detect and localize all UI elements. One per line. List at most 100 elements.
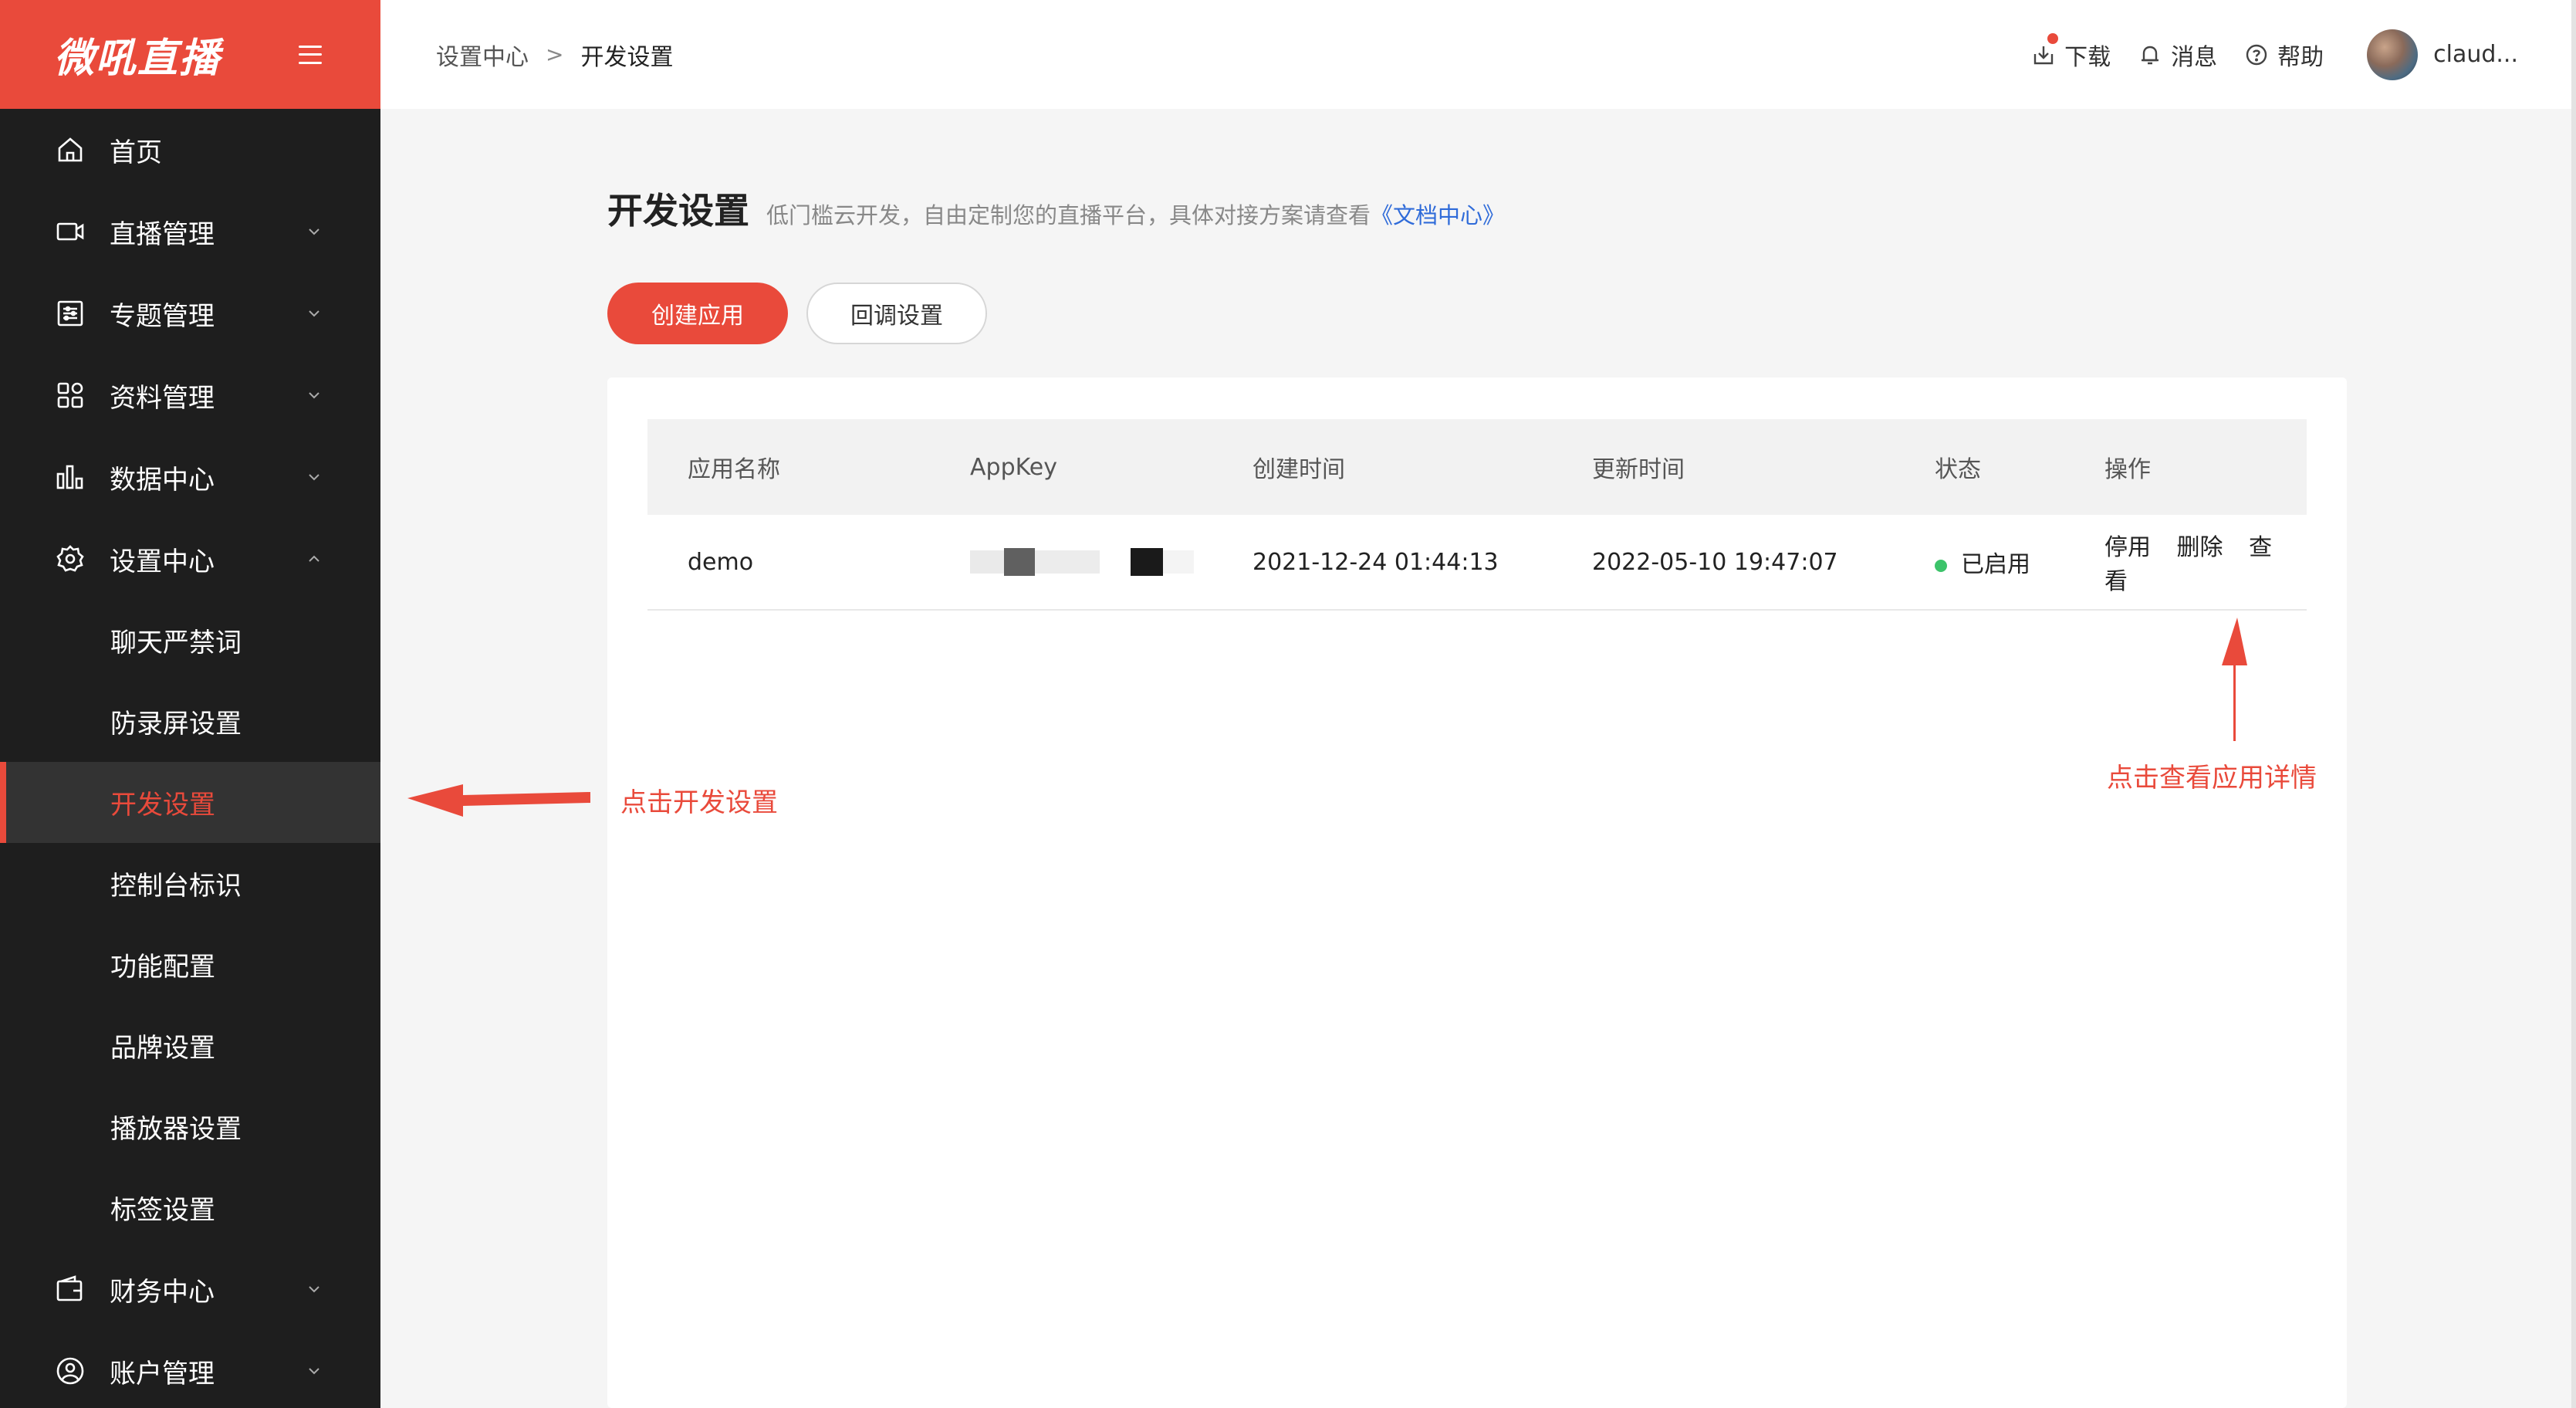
column-header: 操作: [2104, 456, 2151, 483]
doc-center-link[interactable]: 《文档中心》: [1371, 198, 1505, 230]
header-actions: 下载 消息 帮助 claud...: [2004, 29, 2518, 80]
sidebar-sub-player[interactable]: 播放器设置: [0, 1086, 380, 1167]
topic-icon: [54, 297, 86, 330]
annotation-left-text: 点击开发设置: [620, 787, 778, 818]
user-icon: [54, 1355, 86, 1387]
avatar[interactable]: [2367, 29, 2419, 80]
table-header: 应用名称 AppKey 创建时间 更新时间 状态 操作: [647, 419, 2307, 515]
bell-icon: [2142, 46, 2159, 64]
chevron-up-icon: [309, 555, 319, 562]
created-time: 2021-12-24 01:44:13: [1253, 548, 1499, 576]
page-title: 开发设置: [607, 190, 749, 232]
sidebar-item-data[interactable]: 数据中心: [0, 436, 380, 518]
wallet-icon: [54, 1273, 86, 1305]
username[interactable]: claud...: [2433, 41, 2518, 68]
callback-settings-button[interactable]: 回调设置: [806, 283, 987, 344]
breadcrumb-parent[interactable]: 设置中心: [436, 38, 529, 72]
video-camera-icon: [54, 215, 86, 248]
chevron-down-icon: [309, 228, 319, 235]
chevron-down-icon: [309, 474, 319, 481]
app-table: 应用名称 AppKey 创建时间 更新时间 状态 操作 demo 2021-12…: [647, 419, 2307, 611]
sidebar-sub-label: 标签设置: [110, 1195, 215, 1226]
action-buttons: 创建应用 回调设置: [607, 283, 987, 344]
column-header: 应用名称: [688, 456, 780, 483]
sidebar-sub-label: 开发设置: [110, 790, 215, 821]
home-icon: [54, 134, 86, 166]
sidebar-sub-label: 播放器设置: [110, 1114, 242, 1145]
column-header: AppKey: [970, 453, 1057, 481]
row-actions: 停用 删除 查看: [2104, 528, 2307, 596]
sidebar-sub-chat-words[interactable]: 聊天严禁词: [0, 600, 380, 681]
sidebar-sub-label: 功能配置: [110, 952, 215, 983]
help-label: 帮助: [2277, 43, 2324, 71]
logo[interactable]: 微吼直播: [54, 25, 221, 83]
updated-time: 2022-05-10 19:47:07: [1592, 548, 1838, 576]
sidebar-item-label: 资料管理: [110, 382, 215, 414]
sidebar-item-home[interactable]: 首页: [0, 109, 380, 191]
sidebar: 微吼直播 首页 直播管理 专题管理 资料管理 数据中心 设置中心 聊天严禁词 防…: [0, 0, 380, 1408]
menu-toggle-icon[interactable]: [299, 45, 322, 64]
chevron-down-icon: [309, 392, 319, 399]
title-row: 开发设置 低门槛云开发，自由定制您的直播平台，具体对接方案请查看 《文档中心》: [607, 183, 1505, 234]
column-header: 更新时间: [1592, 456, 1685, 483]
breadcrumb-separator: >: [546, 42, 564, 67]
notification-dot: [2047, 32, 2059, 44]
app-name: demo: [688, 548, 754, 576]
help-icon: [2246, 44, 2267, 65]
column-header: 创建时间: [1253, 456, 1345, 483]
chevron-down-icon: [309, 1368, 319, 1375]
sidebar-sub-brand[interactable]: 品牌设置: [0, 1005, 380, 1086]
disable-link[interactable]: 停用: [2104, 534, 2151, 561]
create-app-button[interactable]: 创建应用: [607, 283, 788, 344]
column-header: 状态: [1935, 456, 1981, 483]
status-label: 已启用: [1961, 551, 2030, 578]
sidebar-item-settings[interactable]: 设置中心: [0, 518, 380, 600]
sidebar-sub-dev-settings[interactable]: 开发设置: [0, 762, 380, 843]
sidebar-item-label: 专题管理: [110, 300, 215, 332]
status-badge: 已启用: [1935, 545, 2030, 579]
sidebar-sub-label: 防录屏设置: [110, 709, 242, 740]
delete-link[interactable]: 删除: [2177, 534, 2223, 561]
sidebar-item-label: 设置中心: [110, 546, 215, 577]
gear-icon: [54, 543, 86, 575]
sidebar-sub-console-logo[interactable]: 控制台标识: [0, 843, 380, 924]
download-icon: [2033, 46, 2054, 64]
breadcrumb: 设置中心 > 开发设置: [436, 38, 673, 72]
sidebar-item-label: 数据中心: [110, 464, 215, 496]
sidebar-item-label: 财务中心: [110, 1276, 215, 1308]
sidebar-item-label: 账户管理: [110, 1358, 215, 1389]
appkey-masked: [970, 548, 1194, 576]
messages-label: 消息: [2171, 43, 2218, 71]
sidebar-item-label: 直播管理: [110, 218, 215, 250]
chevron-down-icon: [309, 1286, 319, 1293]
sidebar-item-topic[interactable]: 专题管理: [0, 272, 380, 354]
sidebar-sub-label: 控制台标识: [110, 871, 242, 902]
bar-chart-icon: [54, 461, 86, 493]
page-description: 低门槛云开发，自由定制您的直播平台，具体对接方案请查看: [766, 202, 1371, 228]
status-dot: [1935, 559, 1947, 572]
sidebar-sub-label: 品牌设置: [110, 1033, 215, 1064]
sidebar-nav: 首页 直播管理 专题管理 资料管理 数据中心 设置中心 聊天严禁词 防录屏设置 …: [0, 109, 380, 1408]
chevron-down-icon: [309, 310, 319, 317]
annotation-right-text: 点击查看应用详情: [2107, 763, 2317, 794]
table-row: demo 2021-12-24 01:44:13 2022-05-10 19:4…: [647, 515, 2307, 611]
grid-icon: [54, 379, 86, 411]
window-edge: [2571, 0, 2576, 1408]
sidebar-item-material[interactable]: 资料管理: [0, 354, 380, 436]
sidebar-sub-features[interactable]: 功能配置: [0, 924, 380, 1005]
sidebar-sub-anti-record[interactable]: 防录屏设置: [0, 681, 380, 762]
sidebar-item-label: 首页: [110, 137, 162, 168]
sidebar-item-account[interactable]: 账户管理: [0, 1330, 380, 1408]
sidebar-sub-label: 聊天严禁词: [110, 628, 242, 658]
messages-button[interactable]: 消息: [2137, 38, 2217, 72]
logo-bar: 微吼直播: [0, 0, 380, 109]
sidebar-item-finance[interactable]: 财务中心: [0, 1248, 380, 1330]
download-button[interactable]: 下载: [2030, 32, 2111, 72]
top-header: 设置中心 > 开发设置 下载 消息 帮助 claud...: [380, 0, 2576, 109]
app-list-card: 应用名称 AppKey 创建时间 更新时间 状态 操作 demo 2021-12…: [607, 377, 2347, 1408]
download-label: 下载: [2064, 43, 2111, 71]
sidebar-item-live[interactable]: 直播管理: [0, 191, 380, 272]
breadcrumb-current: 开发设置: [580, 43, 674, 71]
sidebar-sub-tags[interactable]: 标签设置: [0, 1167, 380, 1248]
help-button[interactable]: 帮助: [2243, 38, 2324, 72]
